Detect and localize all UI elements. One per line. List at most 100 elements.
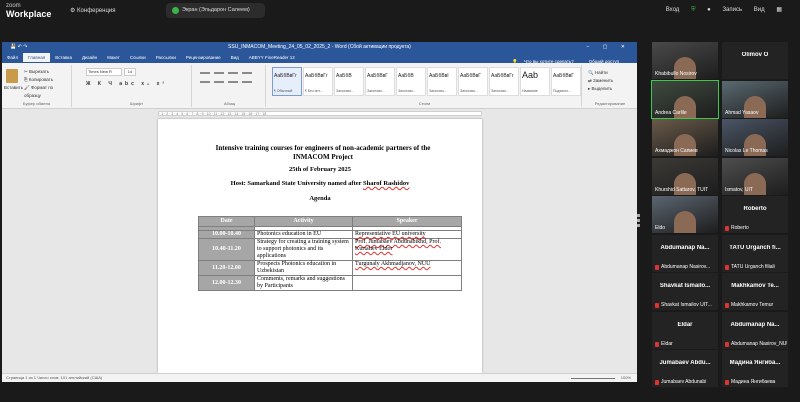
ribbon: Вставить ✂ Вырезать ⎘ Копировать 🖌 Форма… xyxy=(2,63,637,109)
paste-button[interactable]: Вставить xyxy=(4,85,23,90)
style-card[interactable]: АаБбВвI Заголово... xyxy=(427,67,457,96)
tab-6[interactable]: Рассылки xyxy=(151,53,181,62)
tab-4[interactable]: Макет xyxy=(102,53,125,62)
paragraph-group: Абзац xyxy=(194,65,266,107)
participant-name: Abdumanap Nasirov_NUU xyxy=(731,340,787,347)
conference-icon: ⚙ xyxy=(70,8,78,14)
replace-button[interactable]: ⇄ Заменить xyxy=(588,77,613,85)
participant-tile[interactable]: Ahmad Yasaov xyxy=(722,80,788,118)
zoom-slider[interactable] xyxy=(571,378,615,379)
style-card[interactable]: АаБбВвГг ¶ Без инт... xyxy=(303,67,333,96)
ruler-bar[interactable]: · 1 · 2 · 3 · 4 · 5 · 6 · 7 · 8 · 9 · 10… xyxy=(158,111,482,116)
font-size-select[interactable]: 14 xyxy=(124,68,136,76)
quick-access-toolbar[interactable]: 💾 ↶ ↷ xyxy=(10,42,27,53)
gallery-scroll-handle[interactable] xyxy=(637,214,640,228)
participant-tile[interactable]: Abdumanap Na... Abdumanap Nasirov... xyxy=(652,234,718,272)
find-button[interactable]: 🔍 Найти xyxy=(588,69,613,77)
participant-tile[interactable]: Мадина Янгиба... Мадина Янгибаева xyxy=(722,350,788,387)
window-controls[interactable]: – ▢ ✕ xyxy=(587,42,631,53)
screen-share-indicator[interactable]: Экран (Эльдарон Салеем) xyxy=(166,3,265,18)
zoom-level[interactable]: 100% xyxy=(621,374,631,382)
participant-tile[interactable]: Khabibullo Nosirov xyxy=(652,42,718,79)
copy-button[interactable]: ⎘ Копировать xyxy=(24,76,71,84)
participant-tile[interactable]: Ахмаджон Сапиев xyxy=(652,119,718,156)
tab-8[interactable]: Вид xyxy=(226,53,244,62)
screen-share-label: Экран (Эльдарон Салеем) xyxy=(182,7,250,13)
style-card[interactable]: АаБбВвГ Заголово... xyxy=(365,67,395,96)
tab-9[interactable]: ABBYY FineReader 12 xyxy=(244,53,300,62)
participant-tile[interactable]: Eldar Eldar xyxy=(652,311,718,349)
paragraph-buttons[interactable] xyxy=(200,69,260,87)
style-card[interactable]: АаБбВвГг ¶ Обычный xyxy=(272,67,302,96)
participant-tile[interactable]: Jumabaev Abdu... Jumabaev Abdunabi xyxy=(652,350,718,387)
style-card[interactable]: АаБбВ Заголово... xyxy=(396,67,426,96)
participant-tile[interactable]: Makhkamov Te... Makhkamov Temur xyxy=(722,273,788,310)
table-row: 10.40-11.20 Strategy for creating a trai… xyxy=(198,238,462,261)
ribbon-tabs: Файл Главная Вставка Дизайн Макет Ссылки Рассы… xyxy=(2,53,637,64)
style-name: Заголово... xyxy=(336,89,354,93)
document-page[interactable]: Intensive training courses for engineers… xyxy=(158,119,482,373)
mic-muted-icon xyxy=(655,264,659,270)
cut-button[interactable]: ✂ Вырезать xyxy=(24,68,71,76)
conference-button[interactable]: ⚙ Конференция xyxy=(70,7,116,14)
style-preview: АаБбВвГг xyxy=(274,73,297,79)
format-painter-button[interactable]: 🖌 Формат по образцу xyxy=(24,84,71,100)
participant-name: Andrea Carlile xyxy=(655,109,687,116)
style-name: Заголово... xyxy=(460,89,478,93)
view-button[interactable]: Вид xyxy=(754,7,765,13)
paste-icon[interactable] xyxy=(6,69,18,83)
style-preview: Aab xyxy=(522,70,539,80)
row-activity: Comments, remarks and suggestions by Par… xyxy=(254,275,353,291)
font-format-buttons[interactable]: Ж К Ч abc x₂ x² xyxy=(86,81,167,87)
participant-tile[interactable]: Eldo xyxy=(652,196,718,233)
zoom-logo-line2: Workplace xyxy=(6,9,52,19)
participant-name: Khabibullo Nosirov xyxy=(655,71,697,77)
copy-label: Копировать xyxy=(28,77,54,82)
tab-2[interactable]: Вставка xyxy=(50,53,77,62)
grid-icon[interactable]: ▦ xyxy=(776,7,782,13)
zoom-logo: zoom Workplace xyxy=(6,2,52,19)
login-button[interactable]: Вход xyxy=(666,7,680,13)
tab-7[interactable]: Рецензирование xyxy=(181,53,226,62)
participant-tile[interactable]: Abdumanap Na... Abdumanap Nasirov_NUU xyxy=(722,311,788,349)
row-date: 10.40-11.20 xyxy=(198,238,255,261)
participant-tile[interactable]: Khurshid Sattarov, TUIT xyxy=(652,157,718,195)
participant-display-name: Roberto xyxy=(743,206,767,212)
participant-tile[interactable]: TATU Urganch fi... TATU Urganch filiali xyxy=(722,234,788,272)
participant-tile[interactable]: Roberto Roberto xyxy=(722,196,788,233)
record-button[interactable]: ● Запись xyxy=(707,7,742,13)
select-button[interactable]: ▸ Выделить xyxy=(588,85,613,93)
agenda-table: Date Activity Speaker 10.00-10.40 Photon… xyxy=(198,216,462,291)
participant-display-name: Shavkat Ismailo... xyxy=(659,283,711,289)
style-card[interactable]: Aab Название xyxy=(520,67,550,96)
mic-muted-icon xyxy=(725,303,729,308)
font-name-select[interactable]: Times New R xyxy=(86,68,122,76)
style-card[interactable]: АаБбВ Заголово... xyxy=(334,67,364,96)
tab-5[interactable]: Ссылки xyxy=(125,53,151,62)
zoom-right-controls: Вход ⛨ ● Запись Вид ▦ xyxy=(656,6,782,14)
tab-1[interactable]: Главная xyxy=(23,53,51,62)
participant-tile[interactable]: Shavkat Ismailo... Shavkat Ismailov UIT..… xyxy=(652,273,718,310)
participant-tile[interactable]: Ismatov, UIT xyxy=(722,157,788,195)
participant-tile[interactable]: Nicolas Le Thomas xyxy=(722,119,788,156)
style-card[interactable]: АаБбВвГ Подзагол... xyxy=(551,67,581,96)
participant-tile[interactable]: Andrea Carlile xyxy=(651,79,719,119)
record-label: Запись xyxy=(722,7,743,13)
document-date: 25th of February 2025 xyxy=(289,166,351,173)
word-title-bar: 💾 ↶ ↷ SSU_INMACOM_Meeting_24_05_02_2025_… xyxy=(2,42,637,53)
participant-tile[interactable]: Olimov OOlimov O xyxy=(722,42,788,79)
header-date: Date xyxy=(198,216,255,227)
style-card[interactable]: АаБбВвГг Заголово... xyxy=(489,67,519,96)
style-card[interactable]: АаБбВвГ Заголово... xyxy=(458,67,488,96)
tab-3[interactable]: Дизайн xyxy=(77,53,102,62)
row-speaker xyxy=(352,275,462,291)
document-host: Host: Samarkand State University named a… xyxy=(158,180,482,187)
styles-gallery: АаБбВвГг ¶ Обычный АаБбВвГг ¶ Без инт... АаБ… xyxy=(272,67,581,97)
host-name: Sharof Rashidov xyxy=(363,180,410,187)
styles-group: АаБбВвГг ¶ Обычный АаБбВвГг ¶ Без инт... АаБ… xyxy=(268,65,582,107)
style-name: Заголово... xyxy=(398,89,416,93)
table-row: 10.00-10.40 Photonics education in EU Re… xyxy=(198,230,462,239)
style-preview: АаБбВвГ xyxy=(553,73,575,79)
share-status-icon xyxy=(172,7,179,14)
tab-0[interactable]: Файл xyxy=(2,53,23,62)
